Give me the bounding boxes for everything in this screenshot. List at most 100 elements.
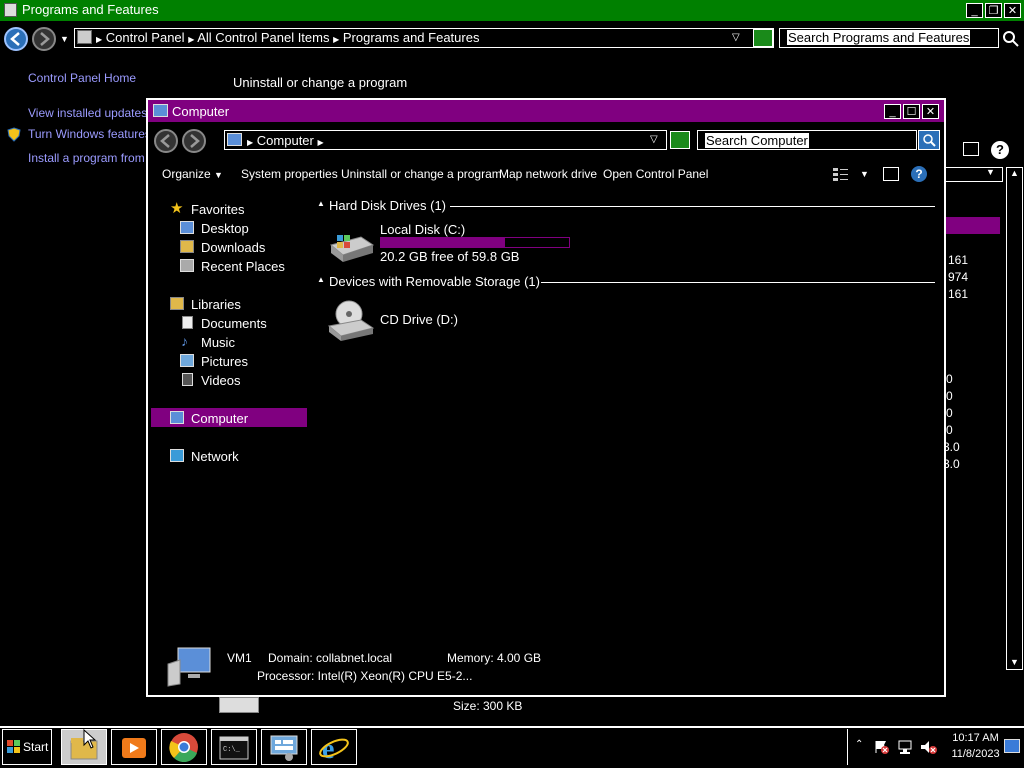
nav-pictures[interactable]: Pictures bbox=[201, 354, 248, 369]
nav-videos[interactable]: Videos bbox=[201, 373, 241, 388]
taskbar-media-player[interactable] bbox=[111, 729, 157, 765]
computer-back-icon[interactable] bbox=[154, 129, 178, 153]
computer-breadcrumb: ▶ Computer ▶ bbox=[247, 133, 324, 148]
change-view-icon[interactable] bbox=[833, 167, 848, 181]
breadcrumb-computer[interactable]: Computer bbox=[257, 133, 314, 148]
back-icon[interactable] bbox=[4, 27, 28, 51]
nav-documents[interactable]: Documents bbox=[201, 316, 267, 331]
refresh-icon[interactable] bbox=[753, 29, 773, 47]
mouse-cursor-icon bbox=[83, 728, 97, 749]
map-network-drive-button[interactable]: Map network drive bbox=[499, 167, 597, 181]
taskbar-server-manager[interactable] bbox=[261, 729, 307, 765]
favorites-star-icon: ★ bbox=[170, 200, 184, 217]
clock-date[interactable]: 11/8/2023 bbox=[948, 748, 1003, 760]
show-desktop-icon[interactable] bbox=[1004, 739, 1020, 753]
show-hidden-icons-icon[interactable]: ⌃ bbox=[855, 739, 863, 750]
network-tray-icon[interactable] bbox=[897, 740, 913, 754]
volume-muted-icon[interactable] bbox=[920, 740, 938, 754]
videos-icon bbox=[182, 373, 193, 386]
column-dropdown-icon[interactable]: ▼ bbox=[986, 167, 995, 177]
control-panel-home-link[interactable]: Control Panel Home bbox=[28, 71, 136, 85]
selected-program-row[interactable] bbox=[945, 217, 1000, 234]
computer-search-icon[interactable] bbox=[918, 130, 940, 150]
breadcrumb-all-items[interactable]: All Control Panel Items bbox=[197, 30, 329, 45]
view-options-chevron-icon[interactable]: ▼ bbox=[860, 169, 869, 179]
computer-maximize-button[interactable]: ☐ bbox=[903, 104, 920, 119]
scroll-up-icon[interactable]: ▲ bbox=[1010, 168, 1019, 178]
clock-time[interactable]: 10:17 AM bbox=[948, 732, 1003, 744]
nav-downloads[interactable]: Downloads bbox=[201, 240, 265, 255]
nav-computer[interactable]: Computer bbox=[191, 411, 248, 426]
program-size: Size: 300 KB bbox=[453, 699, 523, 713]
vertical-scrollbar[interactable] bbox=[1006, 167, 1023, 670]
computer-help-icon[interactable]: ? bbox=[911, 166, 927, 182]
action-center-icon[interactable] bbox=[874, 740, 890, 754]
nav-libraries[interactable]: Libraries bbox=[191, 297, 241, 312]
hard-drive-icon[interactable] bbox=[327, 231, 375, 263]
local-disk-name[interactable]: Local Disk (C:) bbox=[380, 222, 465, 237]
network-icon bbox=[170, 449, 184, 462]
help-icon[interactable]: ? bbox=[991, 141, 1009, 159]
search-placeholder: Search Programs and Features bbox=[787, 30, 971, 45]
recent-pages-chevron-icon[interactable]: ▼ bbox=[60, 34, 69, 44]
organize-menu[interactable]: Organize ▼ bbox=[162, 167, 223, 181]
computer-preview-pane-icon[interactable] bbox=[883, 167, 899, 181]
program-value: 161 bbox=[948, 253, 969, 267]
computer-nav-icon bbox=[170, 411, 184, 424]
nav-favorites[interactable]: Favorites bbox=[191, 202, 244, 217]
computer-refresh-icon[interactable] bbox=[670, 131, 690, 149]
program-value: 0 bbox=[946, 406, 953, 420]
breadcrumb-programs-features[interactable]: Programs and Features bbox=[343, 30, 480, 45]
nav-network[interactable]: Network bbox=[191, 449, 239, 464]
computer-address-icon bbox=[227, 133, 242, 146]
close-button[interactable]: ✕ bbox=[1004, 3, 1021, 18]
taskbar-command-prompt[interactable]: C:\_ bbox=[211, 729, 257, 765]
scroll-down-icon[interactable]: ▼ bbox=[1010, 657, 1019, 667]
search-icon[interactable] bbox=[1001, 29, 1021, 48]
computer-search-placeholder: Search Computer bbox=[705, 133, 809, 148]
view-installed-updates-link[interactable]: View installed updates bbox=[28, 106, 147, 120]
maximize-button[interactable]: ❐ bbox=[985, 3, 1002, 18]
taskbar-chrome[interactable] bbox=[161, 729, 207, 765]
computer-address-dropdown-icon[interactable]: ▽ bbox=[650, 134, 658, 145]
forward-icon[interactable] bbox=[32, 27, 56, 51]
windows-features-link[interactable]: Turn Windows features o bbox=[28, 127, 161, 141]
desktop-icon bbox=[180, 221, 194, 234]
computer-window bbox=[146, 98, 946, 697]
system-properties-button[interactable]: System properties bbox=[241, 167, 338, 181]
computer-window-title: Computer bbox=[172, 104, 230, 119]
minimize-button[interactable]: _ bbox=[966, 3, 983, 18]
computer-minimize-button[interactable]: _ bbox=[884, 104, 901, 119]
tray-separator bbox=[847, 729, 848, 765]
install-from-network-link[interactable]: Install a program from the bbox=[28, 151, 165, 165]
nav-music[interactable]: Music bbox=[201, 335, 235, 350]
downloads-icon bbox=[180, 240, 194, 253]
group-collapse-icon[interactable]: ▲ bbox=[317, 199, 325, 208]
preview-pane-icon[interactable] bbox=[963, 142, 979, 156]
uninstall-program-button[interactable]: Uninstall or change a program bbox=[341, 167, 502, 181]
cd-drive-name[interactable]: CD Drive (D:) bbox=[380, 312, 458, 327]
open-control-panel-button[interactable]: Open Control Panel bbox=[603, 167, 708, 181]
address-dropdown-icon[interactable]: ▽ bbox=[732, 32, 740, 43]
local-disk-usage-fill bbox=[381, 238, 506, 247]
computer-close-button[interactable]: ✕ bbox=[922, 104, 939, 119]
music-icon: ♪ bbox=[181, 333, 188, 349]
computer-forward-icon[interactable] bbox=[182, 129, 206, 153]
programs-features-icon bbox=[4, 3, 17, 17]
taskbar-internet-explorer[interactable]: e bbox=[311, 729, 357, 765]
group-collapse-icon[interactable]: ▲ bbox=[317, 275, 325, 284]
nav-desktop[interactable]: Desktop bbox=[201, 221, 249, 236]
breadcrumb-control-panel[interactable]: Control Panel bbox=[106, 30, 185, 45]
svg-text:C:\_: C:\_ bbox=[223, 746, 241, 754]
computer-details-icon bbox=[166, 646, 212, 688]
nav-recent-places[interactable]: Recent Places bbox=[201, 259, 285, 274]
start-label: Start bbox=[23, 740, 49, 754]
program-value: 0 bbox=[946, 372, 953, 386]
page-heading: Uninstall or change a program bbox=[233, 75, 408, 90]
control-panel-icon bbox=[77, 30, 92, 44]
group-hard-disk-drives[interactable]: Hard Disk Drives (1) bbox=[329, 198, 446, 213]
cd-drive-icon[interactable] bbox=[327, 298, 375, 342]
computer-domain: Domain: collabnet.local bbox=[268, 651, 393, 665]
group-removable-storage[interactable]: Devices with Removable Storage (1) bbox=[329, 274, 540, 289]
start-button[interactable]: Start bbox=[2, 729, 52, 765]
